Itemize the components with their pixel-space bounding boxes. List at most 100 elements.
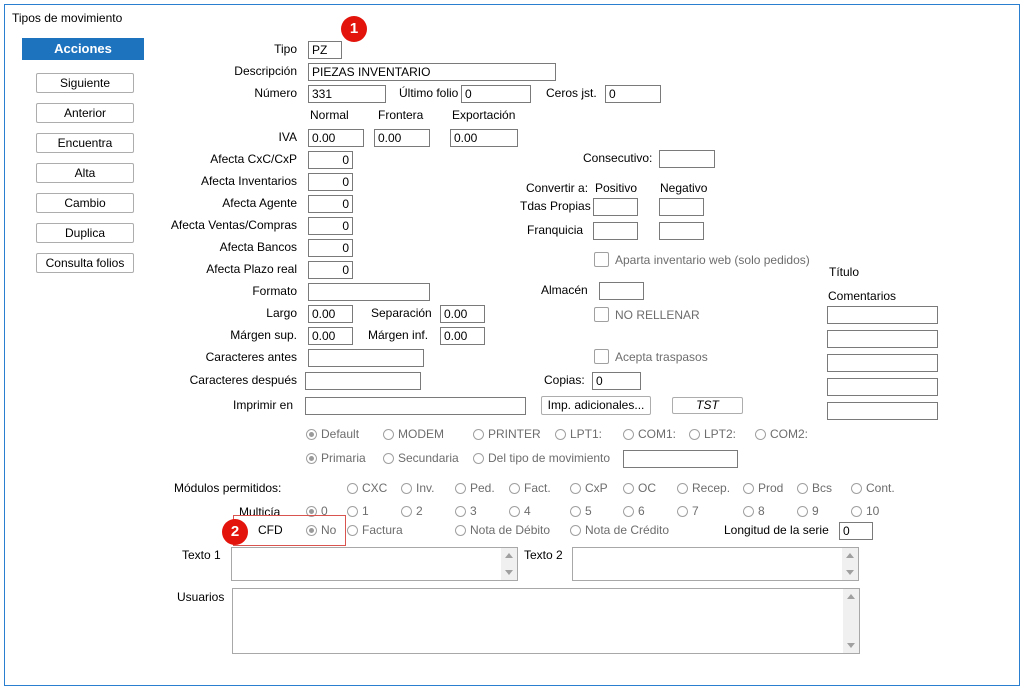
- cfd-no[interactable]: No: [306, 522, 336, 538]
- modulo-recep[interactable]: Recep.: [677, 480, 730, 496]
- multicia-7[interactable]: 7: [677, 503, 699, 519]
- margen-sup-input[interactable]: 0.00: [308, 327, 353, 345]
- radio-com2[interactable]: COM2:: [755, 426, 808, 442]
- callout-marker-1: 1: [341, 16, 367, 42]
- modulo-cont[interactable]: Cont.: [851, 480, 895, 496]
- modulo-inv[interactable]: Inv.: [401, 480, 434, 496]
- separacion-label: Separación: [371, 306, 432, 320]
- radio-lpt1[interactable]: LPT1:: [555, 426, 602, 442]
- tst-button[interactable]: TST: [672, 397, 743, 414]
- multicia-8[interactable]: 8: [743, 503, 765, 519]
- comentario-input-5[interactable]: [827, 402, 938, 420]
- modulo-prod[interactable]: Prod: [743, 480, 783, 496]
- iva-frontera-input[interactable]: 0.00: [374, 129, 430, 147]
- multicia-3[interactable]: 3: [455, 503, 477, 519]
- afecta-agente-input[interactable]: 0: [308, 195, 353, 213]
- comentario-input-1[interactable]: [827, 306, 938, 324]
- afecta-inventarios-input[interactable]: 0: [308, 173, 353, 191]
- texto2-textarea[interactable]: [572, 547, 859, 581]
- radio-printer[interactable]: PRINTER: [473, 426, 541, 442]
- modulo-fact[interactable]: Fact.: [509, 480, 551, 496]
- radio-com1[interactable]: COM1:: [623, 426, 676, 442]
- modulo-bcs[interactable]: Bcs: [797, 480, 832, 496]
- duplica-button[interactable]: Duplica: [36, 223, 134, 243]
- cfd-factura[interactable]: Factura: [347, 522, 403, 538]
- scroll-up-icon[interactable]: [505, 553, 513, 558]
- anterior-button[interactable]: Anterior: [36, 103, 134, 123]
- scroll-down-icon[interactable]: [846, 570, 854, 575]
- afecta-bancos-input[interactable]: 0: [308, 239, 353, 257]
- franquicia-positivo-input[interactable]: [593, 222, 638, 240]
- scrollbar[interactable]: [842, 548, 858, 580]
- radio-primaria[interactable]: Primaria: [306, 450, 366, 466]
- ceros-input[interactable]: 0: [605, 85, 661, 103]
- almacen-input[interactable]: [599, 282, 644, 300]
- iva-normal-input[interactable]: 0.00: [308, 129, 364, 147]
- alta-button[interactable]: Alta: [36, 163, 134, 183]
- tdas-propias-label: Tdas Propias: [520, 199, 591, 213]
- multicia-1[interactable]: 1: [347, 503, 369, 519]
- afecta-cxc-input[interactable]: 0: [308, 151, 353, 169]
- aparta-web-checkbox[interactable]: Aparta inventario web (solo pedidos): [594, 251, 810, 269]
- encuentra-button[interactable]: Encuentra: [36, 133, 134, 153]
- comentario-input-3[interactable]: [827, 354, 938, 372]
- texto1-textarea[interactable]: [231, 547, 518, 581]
- siguiente-button[interactable]: Siguiente: [36, 73, 134, 93]
- comentario-input-2[interactable]: [827, 330, 938, 348]
- margen-inf-input[interactable]: 0.00: [440, 327, 485, 345]
- afecta-ventas-input[interactable]: 0: [308, 217, 353, 235]
- caracteres-antes-input[interactable]: [308, 349, 424, 367]
- descripcion-input[interactable]: PIEZAS INVENTARIO: [308, 63, 556, 81]
- scroll-down-icon[interactable]: [847, 643, 855, 648]
- tdas-propias-negativo-input[interactable]: [659, 198, 704, 216]
- consulta-folios-button[interactable]: Consulta folios: [36, 253, 134, 273]
- radio-dot: [555, 429, 566, 440]
- formato-input[interactable]: [308, 283, 430, 301]
- cfd-nota-credito[interactable]: Nota de Crédito: [570, 522, 669, 538]
- del-tipo-input[interactable]: [623, 450, 738, 468]
- tdas-propias-positivo-input[interactable]: [593, 198, 638, 216]
- largo-input[interactable]: 0.00: [308, 305, 353, 323]
- franquicia-negativo-input[interactable]: [659, 222, 704, 240]
- afecta-plazo-input[interactable]: 0: [308, 261, 353, 279]
- multicia-4[interactable]: 4: [509, 503, 531, 519]
- separacion-input[interactable]: 0.00: [440, 305, 485, 323]
- multicia-10[interactable]: 10: [851, 503, 879, 519]
- scrollbar[interactable]: [501, 548, 517, 580]
- longitud-serie-input[interactable]: 0: [839, 522, 873, 540]
- multicia-2[interactable]: 2: [401, 503, 423, 519]
- iva-exportacion-input[interactable]: 0.00: [450, 129, 518, 147]
- consecutivo-input[interactable]: [659, 150, 715, 168]
- radio-del-tipo[interactable]: Del tipo de movimiento: [473, 450, 610, 466]
- radio-label: Recep.: [692, 481, 731, 495]
- imprimir-en-input[interactable]: [305, 397, 526, 415]
- cfd-nota-debito[interactable]: Nota de Débito: [455, 522, 550, 538]
- scroll-down-icon[interactable]: [505, 570, 513, 575]
- modulo-cxp[interactable]: CxP: [570, 480, 608, 496]
- modulo-ped[interactable]: Ped.: [455, 480, 495, 496]
- tipo-input[interactable]: PZ: [308, 41, 342, 59]
- radio-lpt2[interactable]: LPT2:: [689, 426, 736, 442]
- radio-modem[interactable]: MODEM: [383, 426, 444, 442]
- modulo-cxc[interactable]: CXC: [347, 480, 387, 496]
- acepta-traspasos-checkbox[interactable]: Acepta traspasos: [594, 348, 708, 366]
- modulo-oc[interactable]: OC: [623, 480, 656, 496]
- radio-default[interactable]: Default: [306, 426, 359, 442]
- cambio-button[interactable]: Cambio: [36, 193, 134, 213]
- no-rellenar-checkbox[interactable]: NO RELLENAR: [594, 306, 700, 324]
- scroll-up-icon[interactable]: [847, 594, 855, 599]
- scroll-up-icon[interactable]: [846, 553, 854, 558]
- scrollbar[interactable]: [843, 589, 859, 653]
- ultimo-folio-input[interactable]: 0: [461, 85, 531, 103]
- comentario-input-4[interactable]: [827, 378, 938, 396]
- multicia-9[interactable]: 9: [797, 503, 819, 519]
- copias-input[interactable]: 0: [592, 372, 641, 390]
- radio-label: 2: [416, 504, 423, 518]
- imp-adicionales-button[interactable]: Imp. adicionales...: [541, 396, 651, 415]
- multicia-5[interactable]: 5: [570, 503, 592, 519]
- caracteres-despues-input[interactable]: [305, 372, 421, 390]
- usuarios-textarea[interactable]: [232, 588, 860, 654]
- multicia-6[interactable]: 6: [623, 503, 645, 519]
- radio-secundaria[interactable]: Secundaria: [383, 450, 459, 466]
- numero-input[interactable]: 331: [308, 85, 386, 103]
